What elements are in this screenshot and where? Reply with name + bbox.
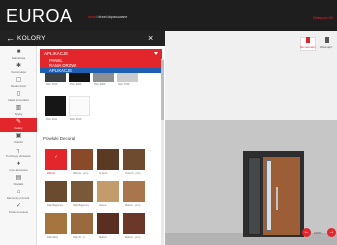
swatch-label: Mahoń <box>99 236 107 239</box>
nav-label: Szyby <box>14 112 23 116</box>
door-inside-icon <box>325 37 329 43</box>
nav-label: Pochwyty drzwiowe <box>6 154 31 158</box>
swatch-mahon-przy-2[interactable] <box>123 213 145 234</box>
swatch-dab-bagienny-2[interactable] <box>71 181 93 202</box>
swatch-wisnia-selected[interactable]: ✓ <box>45 149 67 170</box>
panel-icon: ▥ <box>15 105 22 111</box>
panel-header: ← KOLORY × <box>0 31 165 46</box>
section-title: Powłoki Decoral <box>43 136 76 141</box>
nav-label: Model drzwi <box>11 84 26 88</box>
nav-label: Podsumowanie <box>8 210 29 214</box>
nav-item-pochwyty[interactable]: ┐ Pochwyty drzwiowe <box>0 146 37 160</box>
brush-icon: ✎ <box>15 119 22 125</box>
next-arrow-icon[interactable]: → <box>327 228 336 237</box>
door-glass <box>266 160 272 231</box>
apply-to-dropdown[interactable]: APLIKACJE <box>40 49 162 58</box>
tagline-rest: i drzwi dopasowane <box>96 15 128 19</box>
nav-item-akcesoria[interactable]: ♦ Inne akcesoria <box>0 160 37 174</box>
nav-label: Dodatki <box>13 182 24 186</box>
swatch-label: Wiśnia - przy... <box>73 172 90 175</box>
left-nav: ■ Nabudowa ✱ Konstrukcja ▢ Model drzwi ▯ Ukł… <box>0 46 37 245</box>
swatch-label: Dąb Złoty <box>47 236 59 239</box>
handle-icon: ┐ <box>16 147 21 153</box>
swatch-dab-zloty[interactable] <box>45 213 67 234</box>
swatch-label: Wiśnia <box>47 172 55 175</box>
swatch-label: Dąb Bagienny <box>73 204 90 207</box>
tagline-accent: okna <box>88 15 96 19</box>
prev-arrow-icon[interactable]: ← <box>302 228 311 237</box>
scrollbar-thumb[interactable] <box>161 60 164 120</box>
nav-item-elementy[interactable]: ⌂ Elementy przeszk. <box>0 188 37 202</box>
door-icon: ▯ <box>16 91 21 97</box>
swatch-label: RAL 9006 <box>94 83 106 86</box>
nav-item-klamki[interactable]: ▣ Klamki <box>0 132 37 146</box>
nav-item-kolory[interactable]: ✎ Kolory <box>0 118 37 132</box>
nav-item-dodatki[interactable]: ▤ Dodatki <box>0 174 37 188</box>
swatch-label: Orzech <box>99 172 108 175</box>
swatch-label: Orzech - przy... <box>125 172 143 175</box>
logo: EUROA <box>6 6 73 26</box>
nav-item-szyby[interactable]: ▥ Szyby <box>0 104 37 118</box>
lock-icon: ♦ <box>16 161 21 167</box>
nav-label: Nabudowa <box>11 56 26 60</box>
nav-label: Klamki <box>14 140 23 144</box>
nav-label: Konstrukcja <box>11 70 26 74</box>
swatch-label: Mahoń - przy... <box>125 204 143 207</box>
colors-panel: RAL 7016 RAL 9005 RAL 9006 RAL 7035 RAL … <box>37 46 165 245</box>
nav-label: Inne akcesoria <box>9 168 28 172</box>
nav-item-model[interactable]: ▢ Model drzwi <box>0 76 37 90</box>
swatch-label: Mahoń - przy... <box>125 236 143 239</box>
panel-title: KOLORY <box>17 35 46 42</box>
project-name[interactable]: Bełęcza 50 <box>313 15 333 20</box>
swatch-label: RAL 9011 <box>46 118 58 121</box>
view-outside-label: Na zewnątrz <box>300 45 316 49</box>
swatch-label: RAL 9016 <box>70 118 82 121</box>
option-aplikacje[interactable]: APLIKACJE <box>40 68 162 73</box>
back-arrow-icon[interactable]: ← <box>6 33 15 43</box>
sidelight <box>248 157 261 235</box>
swatch-ral-9011[interactable] <box>45 96 66 116</box>
swatch-label: Dąb Zł - p... <box>73 236 87 239</box>
window-icon: ▢ <box>15 77 22 83</box>
home-icon: ■ <box>16 49 21 55</box>
caret-down-icon <box>154 52 158 55</box>
swatch-label: RAL 9005 <box>70 83 82 86</box>
nav-label: Kolory <box>14 126 23 130</box>
swatch-dab-zloty-przy[interactable] <box>71 213 93 234</box>
swatch-mahon-przy[interactable] <box>123 181 145 202</box>
tagline: okna i drzwi dopasowane <box>88 15 127 19</box>
door-outside-icon <box>306 37 310 43</box>
gear-icon: ✱ <box>15 63 22 69</box>
swatch-label: Sosna <box>99 204 107 207</box>
swatch-orzech[interactable] <box>97 149 119 170</box>
swatch-ral-9016[interactable] <box>69 96 90 116</box>
dropdown-value: APLIKACJE <box>44 51 69 56</box>
check-icon: ✓ <box>15 203 22 209</box>
swatch-label: RAL 7035 <box>118 83 130 86</box>
swatch-label: Dąb Bagienny <box>47 204 64 207</box>
nav-item-konstrukcja[interactable]: ✱ Konstrukcja <box>0 62 37 76</box>
swatch-mahon[interactable] <box>97 213 119 234</box>
swatch-sosna[interactable] <box>97 181 119 202</box>
nav-label: Układ przeszkleń <box>7 98 30 102</box>
swatch-dab-bagienny[interactable] <box>45 181 67 202</box>
zoom-level: 100% <box>314 231 322 235</box>
swatch-label: RAL 7016 <box>46 83 58 86</box>
check-icon: ✓ <box>53 154 59 160</box>
swatch-wisnia-przy[interactable] <box>71 149 93 170</box>
view-inside-label: Wewnątrz <box>320 45 333 49</box>
tools-icon: ⌂ <box>16 189 21 195</box>
frame-icon: ▣ <box>15 133 22 139</box>
nav-item-uklad[interactable]: ▯ Układ przeszkleń <box>0 90 37 104</box>
dropdown-options: PANEL RAMA DRZWI APLIKACJE <box>40 58 162 73</box>
nav-item-podsumowanie[interactable]: ✓ Podsumowanie <box>0 202 37 216</box>
swatch-orzech-przy[interactable] <box>123 149 145 170</box>
glass-icon: ▤ <box>15 175 22 181</box>
nav-label: Elementy przeszk. <box>7 196 30 200</box>
door-handle <box>276 187 278 210</box>
close-icon[interactable]: × <box>148 33 153 43</box>
nav-item-nabudowa[interactable]: ■ Nabudowa <box>0 48 37 62</box>
top-bar: EUROA okna i drzwi dopasowane Bełęcza 50 <box>0 0 337 31</box>
